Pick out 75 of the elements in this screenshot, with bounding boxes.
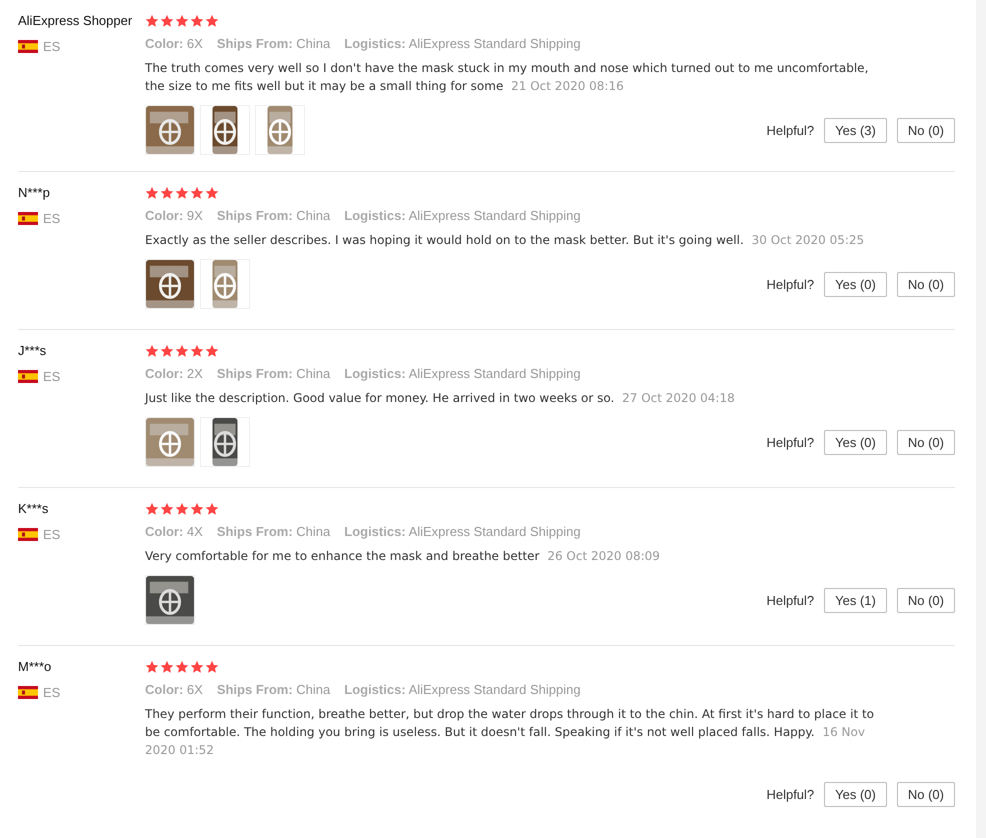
helpful-label: Helpful?: [766, 786, 814, 802]
reviewer-name: M***o: [18, 658, 52, 676]
meta-field: Logistics: AliExpress Standard Shipping: [344, 681, 581, 699]
country-code: ES: [43, 39, 60, 54]
no-button[interactable]: No (0): [896, 588, 955, 612]
reviewer-name: J***s: [18, 342, 48, 360]
star-icon: [145, 502, 159, 516]
star-icon: [145, 14, 159, 28]
meta-field: Color: 4X: [145, 523, 203, 541]
no-button[interactable]: No (0): [896, 272, 955, 296]
star-icon: [160, 186, 174, 200]
no-button[interactable]: No (0): [896, 782, 955, 806]
yes-button[interactable]: Yes (0): [824, 430, 887, 454]
star-icon: [190, 186, 204, 200]
yes-button[interactable]: Yes (1): [824, 588, 887, 612]
star-icon: [205, 502, 219, 516]
review-text: They perform their function, breathe better, but drop the water drops through it to the chin. At first it's hard to place it to be comfortable. The holding you bring is useless. But it doesn't fall. Speaking if it's not well placed falls. Happy. 16 Nov 2020 01:52: [145, 706, 875, 759]
star-icon: [205, 660, 219, 674]
review-text: Very comfortable for me to enhance the mask and breathe better 26 Oct 2020 08:09: [145, 548, 661, 565]
country-code: ES: [43, 369, 60, 384]
no-button[interactable]: No (0): [896, 118, 955, 142]
meta-field: Ships From: China: [216, 681, 330, 699]
meta-field: Color: 2X: [145, 365, 203, 383]
yes-button[interactable]: Yes (0): [824, 272, 887, 296]
star-icon: [205, 14, 219, 28]
review-text: Exactly as the seller describes. I was hoping it would hold on to the mask better. But it's going well. 30 Oct 2020 05:25: [145, 232, 866, 249]
spain-flag-icon: [18, 528, 38, 541]
star-icon: [190, 14, 204, 28]
helpful-label: Helpful?: [766, 434, 814, 450]
review-text: The truth comes very well so I don't have the mask stuck in my mouth and nose which turned out to me uncomfortable, the size to me fits well but it may be a small thing for some 21 Oct 2020 08:16: [145, 60, 870, 95]
meta-field: Logistics: AliExpress Standard Shipping: [344, 365, 581, 383]
no-button[interactable]: No (0): [896, 430, 955, 454]
spain-flag-icon: [18, 212, 38, 225]
country-code: ES: [43, 527, 60, 542]
star-icon: [160, 344, 174, 358]
helpful-label: Helpful?: [766, 276, 814, 292]
star-icon: [190, 502, 204, 516]
country-code: ES: [43, 685, 60, 700]
meta-field: Color: 6X: [145, 35, 203, 53]
meta-field: Color: 6X: [145, 681, 203, 699]
star-icon: [145, 660, 159, 674]
star-icon: [190, 344, 204, 358]
meta-field: Ships From: China: [216, 365, 330, 383]
yes-button[interactable]: Yes (0): [824, 782, 887, 806]
meta-field: Ships From: China: [216, 523, 330, 541]
yes-button[interactable]: Yes (3): [824, 118, 887, 142]
spain-flag-icon: [18, 686, 38, 699]
star-icon: [145, 186, 159, 200]
star-icon: [160, 502, 174, 516]
star-icon: [175, 186, 189, 200]
star-icon: [175, 660, 189, 674]
meta-field: Logistics: AliExpress Standard Shipping: [344, 207, 581, 225]
spain-flag-icon: [18, 40, 38, 53]
star-icon: [205, 344, 219, 358]
star-icon: [175, 502, 189, 516]
reviewer-name: AliExpress Shopper: [18, 12, 134, 30]
star-icon: [190, 660, 204, 674]
meta-field: Logistics: AliExpress Standard Shipping: [344, 35, 581, 53]
helpful-label: Helpful?: [766, 592, 814, 608]
helpful-label: Helpful?: [766, 122, 814, 138]
meta-field: Ships From: China: [216, 207, 330, 225]
country-code: ES: [43, 211, 60, 226]
star-icon: [175, 344, 189, 358]
meta-field: Color: 9X: [145, 207, 203, 225]
star-icon: [145, 344, 159, 358]
star-icon: [175, 14, 189, 28]
reviewer-name: N***p: [18, 184, 51, 202]
review-text: Just like the description. Good value for money. He arrived in two weeks or so. 27 Oct 2020 04:18: [145, 390, 736, 407]
meta-field: Logistics: AliExpress Standard Shipping: [344, 523, 581, 541]
meta-field: Ships From: China: [216, 35, 330, 53]
spain-flag-icon: [18, 370, 38, 383]
star-icon: [205, 186, 219, 200]
star-icon: [160, 660, 174, 674]
star-icon: [160, 14, 174, 28]
reviewer-name: K***s: [18, 500, 50, 518]
